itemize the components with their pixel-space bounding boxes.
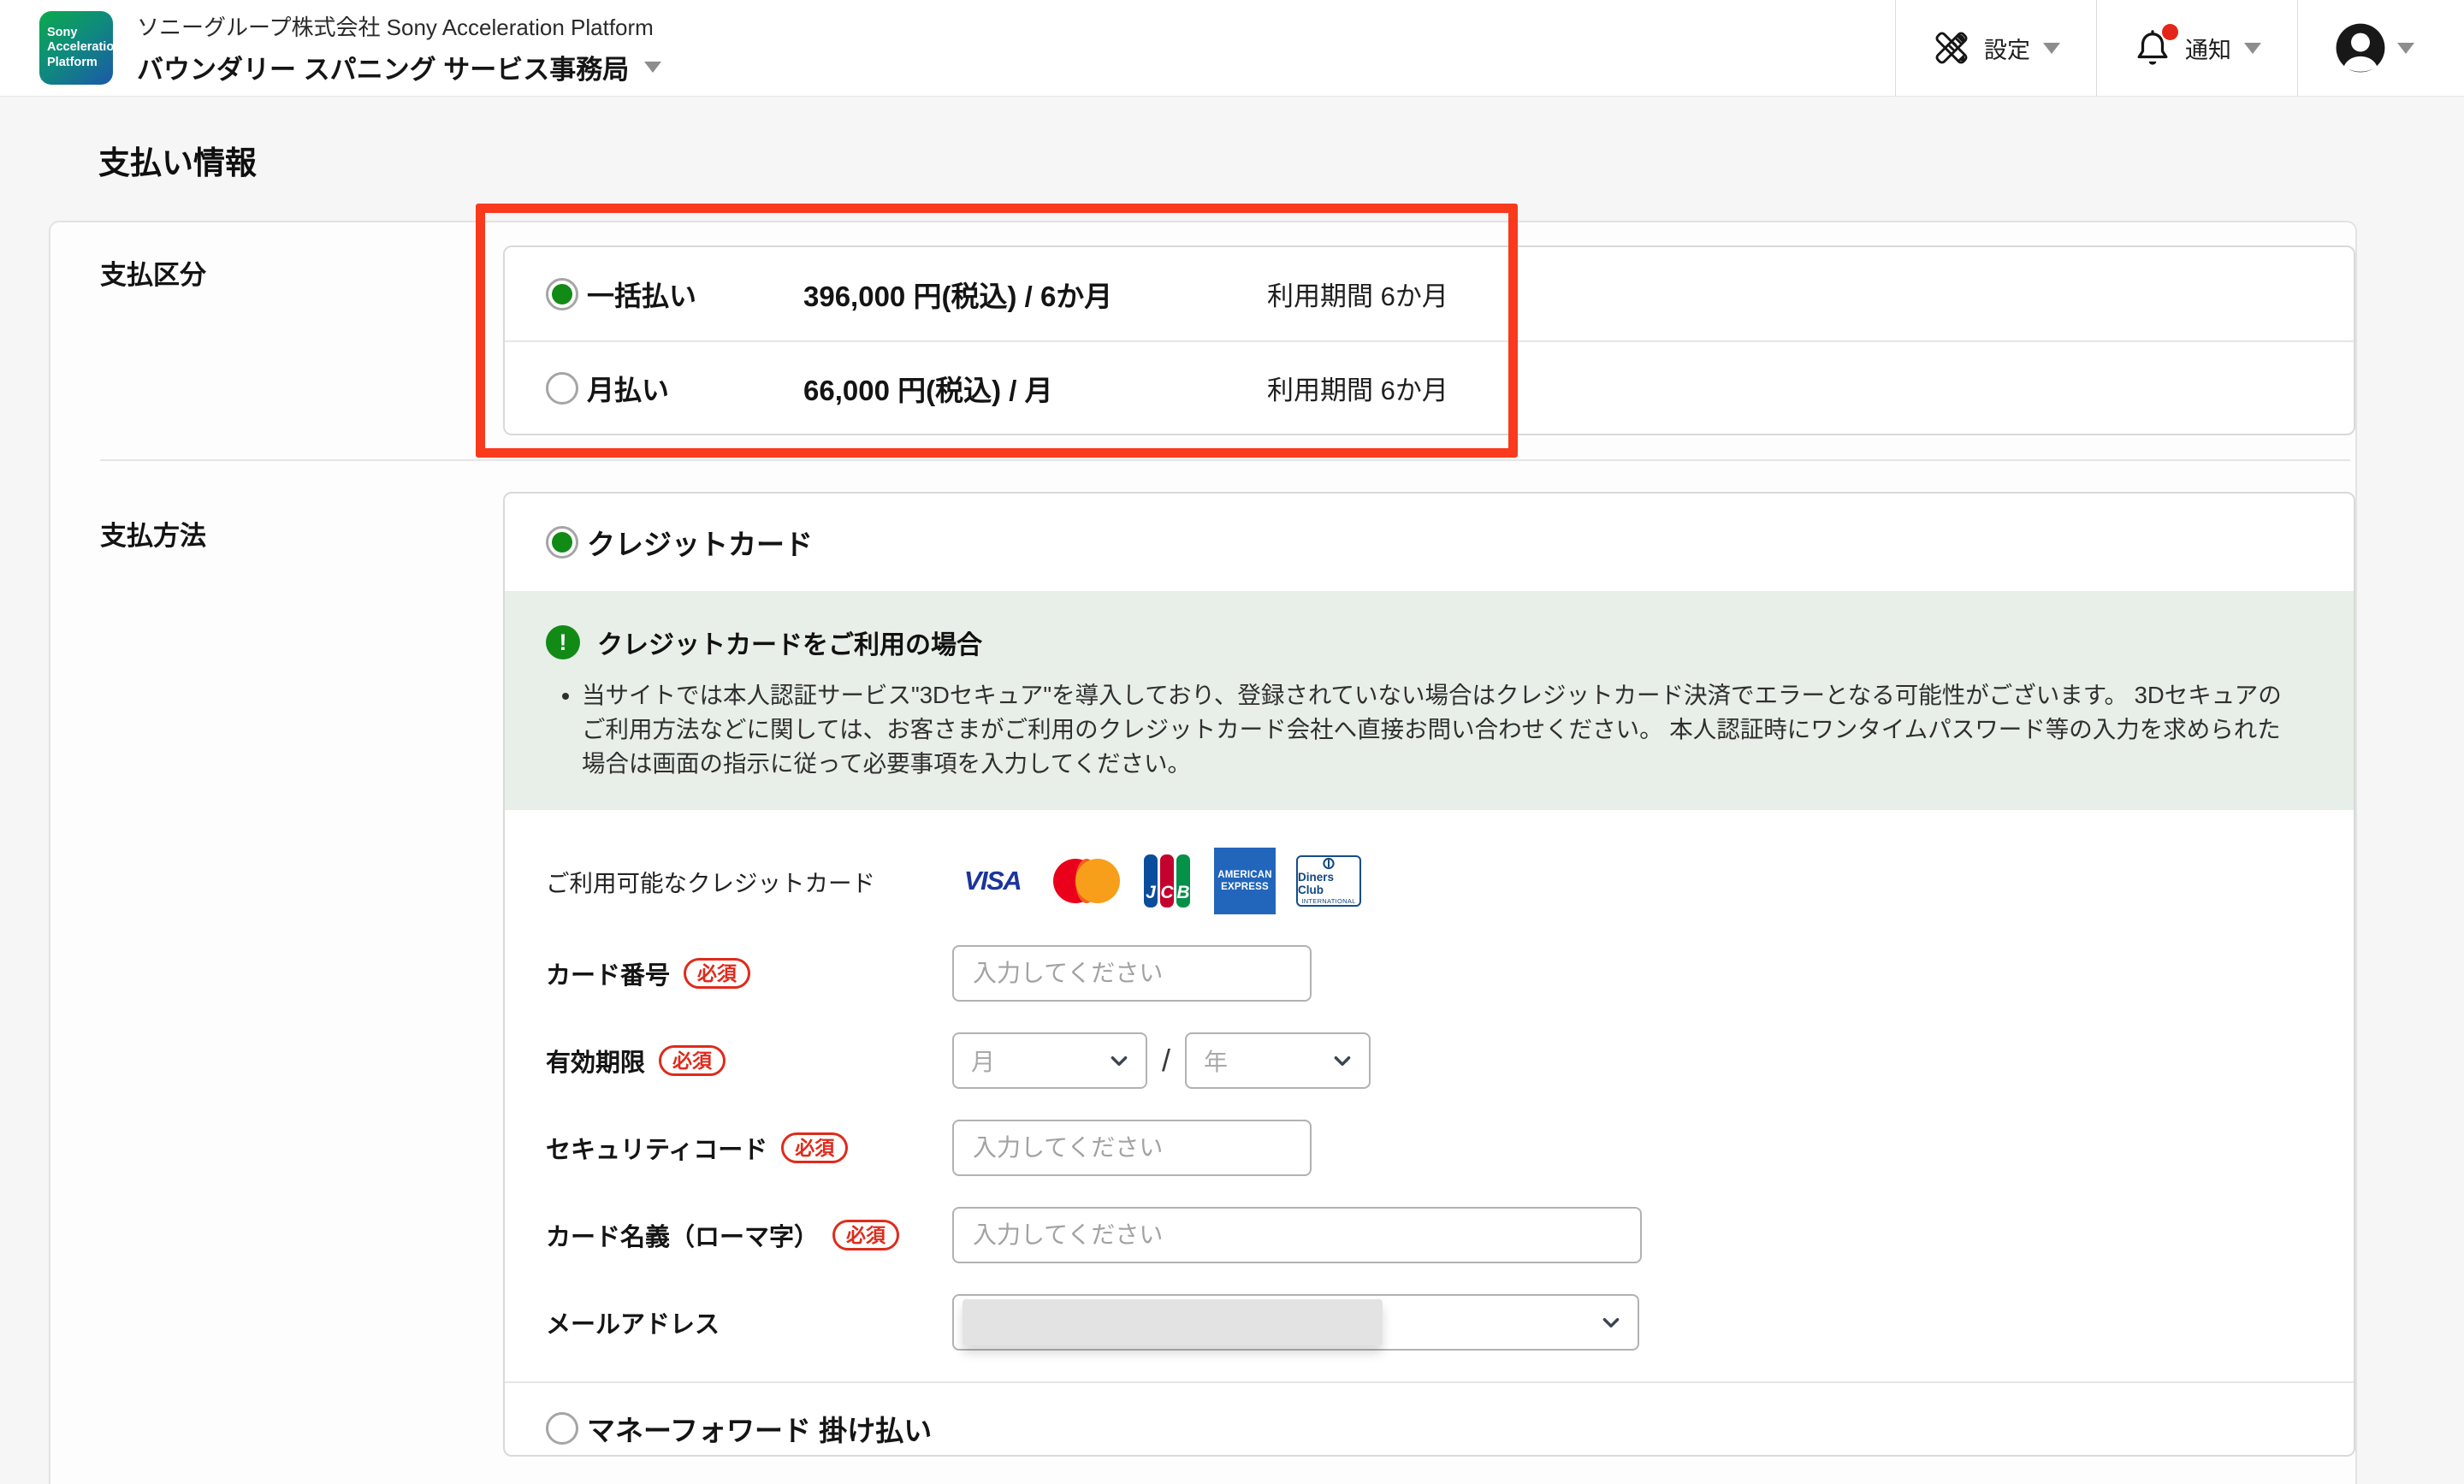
- expiry-label: 有効期限 必須: [546, 1043, 952, 1079]
- payment-info-card: 支払区分 一括払い 396,000 円(税込) / 6か月 利用期間 6か月 月…: [49, 221, 2357, 1484]
- company-name: ソニーグループ株式会社 Sony Acceleration Platform: [137, 10, 661, 42]
- notifications-menu[interactable]: 通知: [2096, 0, 2297, 97]
- org-name: バウンダリー スパニング サービス事務局: [137, 48, 629, 86]
- card-name-label: カード名義（ローマ字） 必須: [546, 1217, 952, 1253]
- expiry-year-select[interactable]: 年: [1185, 1032, 1371, 1089]
- card-brand-logos: VISA J C B AMERICAN EXPRESS: [952, 848, 1361, 914]
- notification-bell-icon: [2133, 28, 2172, 68]
- email-select[interactable]: [952, 1294, 1639, 1351]
- section-divider: [100, 459, 2350, 461]
- required-badge: 必須: [684, 958, 750, 989]
- expiry-row: 有効期限 必須 月 / 年: [546, 1032, 2354, 1089]
- logo-text-line: Platform: [47, 56, 113, 70]
- security-code-input[interactable]: [952, 1120, 1312, 1176]
- amex-text: EXPRESS: [1221, 881, 1269, 893]
- credit-card-notice: ! クレジットカードをご利用の場合 当サイトでは本人認証サービス"3Dセキュア"…: [505, 591, 2354, 810]
- email-row: メールアドレス: [546, 1294, 2354, 1351]
- jcb-letter: C: [1160, 854, 1174, 908]
- avatar-icon: [2334, 21, 2387, 74]
- option-credit-card[interactable]: クレジットカード: [505, 494, 2354, 591]
- diners-text: Diners Club: [1298, 871, 1359, 896]
- available-cards-row: ご利用可能なクレジットカード VISA J C B AMERICAN EXPRE…: [546, 848, 2354, 914]
- section-label-payment-method: 支払方法: [100, 514, 206, 553]
- credit-card-form: ご利用可能なクレジットカード VISA J C B AMERICAN EXPRE…: [505, 810, 2354, 1351]
- account-menu[interactable]: [2297, 0, 2464, 97]
- card-name-row: カード名義（ローマ字） 必須: [546, 1207, 2354, 1263]
- card-number-row: カード番号 必須: [546, 945, 2354, 1002]
- jcb-letter: J: [1144, 854, 1158, 908]
- chevron-down-icon: [2244, 43, 2261, 54]
- security-code-row: セキュリティコード 必須: [546, 1120, 2354, 1176]
- chevron-down-icon: [1108, 1049, 1130, 1072]
- radio-button-unselected[interactable]: [546, 1412, 578, 1445]
- app-header: Sony Acceleration Platform ソニーグループ株式会社 S…: [0, 0, 2464, 97]
- radio-button-selected[interactable]: [546, 526, 578, 559]
- option-monthly-payment[interactable]: 月払い 66,000 円(税込) / 月 利用期間 6か月: [505, 340, 2354, 434]
- chevron-down-icon: [2397, 43, 2414, 54]
- option-label: マネーフォワード 掛け払い: [587, 1408, 932, 1449]
- logo-text-line: Sony: [47, 26, 113, 40]
- expiry-month-select[interactable]: 月: [952, 1032, 1147, 1089]
- section-label-payment-division: 支払区分: [100, 253, 206, 292]
- notifications-label: 通知: [2185, 32, 2231, 65]
- option-price: 66,000 円(税込) / 月: [803, 368, 1267, 409]
- required-badge: 必須: [781, 1132, 848, 1163]
- notice-header: ! クレジットカードをご利用の場合: [546, 624, 2302, 661]
- amex-logo-icon: AMERICAN EXPRESS: [1214, 848, 1276, 914]
- chevron-down-icon: [644, 62, 661, 73]
- payment-division-options: 一括払い 396,000 円(税込) / 6か月 利用期間 6か月 月払い 66…: [503, 245, 2355, 435]
- mastercard-logo-icon: [1053, 856, 1120, 906]
- org-switcher[interactable]: バウンダリー スパニング サービス事務局: [137, 48, 661, 86]
- chevron-down-icon: [1331, 1049, 1353, 1072]
- expiry-separator: /: [1162, 1043, 1170, 1079]
- radio-button-unselected[interactable]: [546, 372, 578, 405]
- redacted-email-value: [962, 1299, 1383, 1345]
- page-title: 支払い情報: [98, 137, 257, 183]
- visa-logo-icon: VISA: [952, 861, 1033, 901]
- card-name-input[interactable]: [952, 1207, 1642, 1263]
- notice-title: クレジットカードをご利用の場合: [597, 624, 982, 661]
- diners-club-logo-icon: Diners Club INTERNATIONAL: [1296, 855, 1361, 907]
- sony-acceleration-platform-logo[interactable]: Sony Acceleration Platform: [39, 11, 113, 85]
- option-label: 月払い: [587, 369, 803, 408]
- required-badge: 必須: [659, 1045, 726, 1076]
- option-price: 396,000 円(税込) / 6か月: [803, 274, 1267, 315]
- option-lump-sum-payment[interactable]: 一括払い 396,000 円(税込) / 6か月 利用期間 6か月: [505, 247, 2354, 340]
- info-icon: !: [546, 625, 580, 659]
- header-brand: Sony Acceleration Platform ソニーグループ株式会社 S…: [0, 10, 661, 86]
- required-badge: 必須: [832, 1220, 899, 1250]
- option-label: クレジットカード: [587, 522, 813, 563]
- payment-method-options: クレジットカード ! クレジットカードをご利用の場合 当サイトでは本人認証サービ…: [503, 492, 2355, 1457]
- option-usage-period: 利用期間 6か月: [1267, 369, 1448, 407]
- option-label: 一括払い: [587, 275, 803, 314]
- radio-button-selected[interactable]: [546, 278, 578, 310]
- amex-text: AMERICAN: [1217, 869, 1272, 881]
- chevron-down-icon: [1600, 1311, 1622, 1333]
- card-number-input[interactable]: [952, 945, 1312, 1002]
- jcb-letter: B: [1176, 854, 1190, 908]
- diners-circle-glyph: [1320, 857, 1337, 870]
- settings-icon: [1932, 28, 1971, 68]
- notice-body: 当サイトでは本人認証サービス"3Dセキュア"を導入しており、登録されていない場合…: [582, 678, 2284, 781]
- chevron-down-icon: [2043, 43, 2060, 54]
- option-money-forward[interactable]: マネーフォワード 掛け払い: [505, 1381, 2354, 1457]
- option-usage-period: 利用期間 6か月: [1267, 275, 1448, 313]
- logo-text-line: Acceleration: [47, 40, 113, 55]
- email-label: メールアドレス: [546, 1304, 952, 1340]
- settings-label: 設定: [1984, 32, 2030, 65]
- diners-text: INTERNATIONAL: [1301, 897, 1355, 905]
- header-titles: ソニーグループ株式会社 Sony Acceleration Platform バ…: [137, 10, 661, 86]
- security-code-label: セキュリティコード 必須: [546, 1130, 952, 1166]
- jcb-logo-icon: J C B: [1140, 851, 1194, 911]
- card-number-label: カード番号 必須: [546, 955, 952, 991]
- header-actions: 設定 通知: [1895, 0, 2464, 97]
- settings-menu[interactable]: 設定: [1895, 0, 2096, 97]
- available-cards-label: ご利用可能なクレジットカード: [546, 864, 952, 898]
- notification-badge: [2162, 24, 2178, 40]
